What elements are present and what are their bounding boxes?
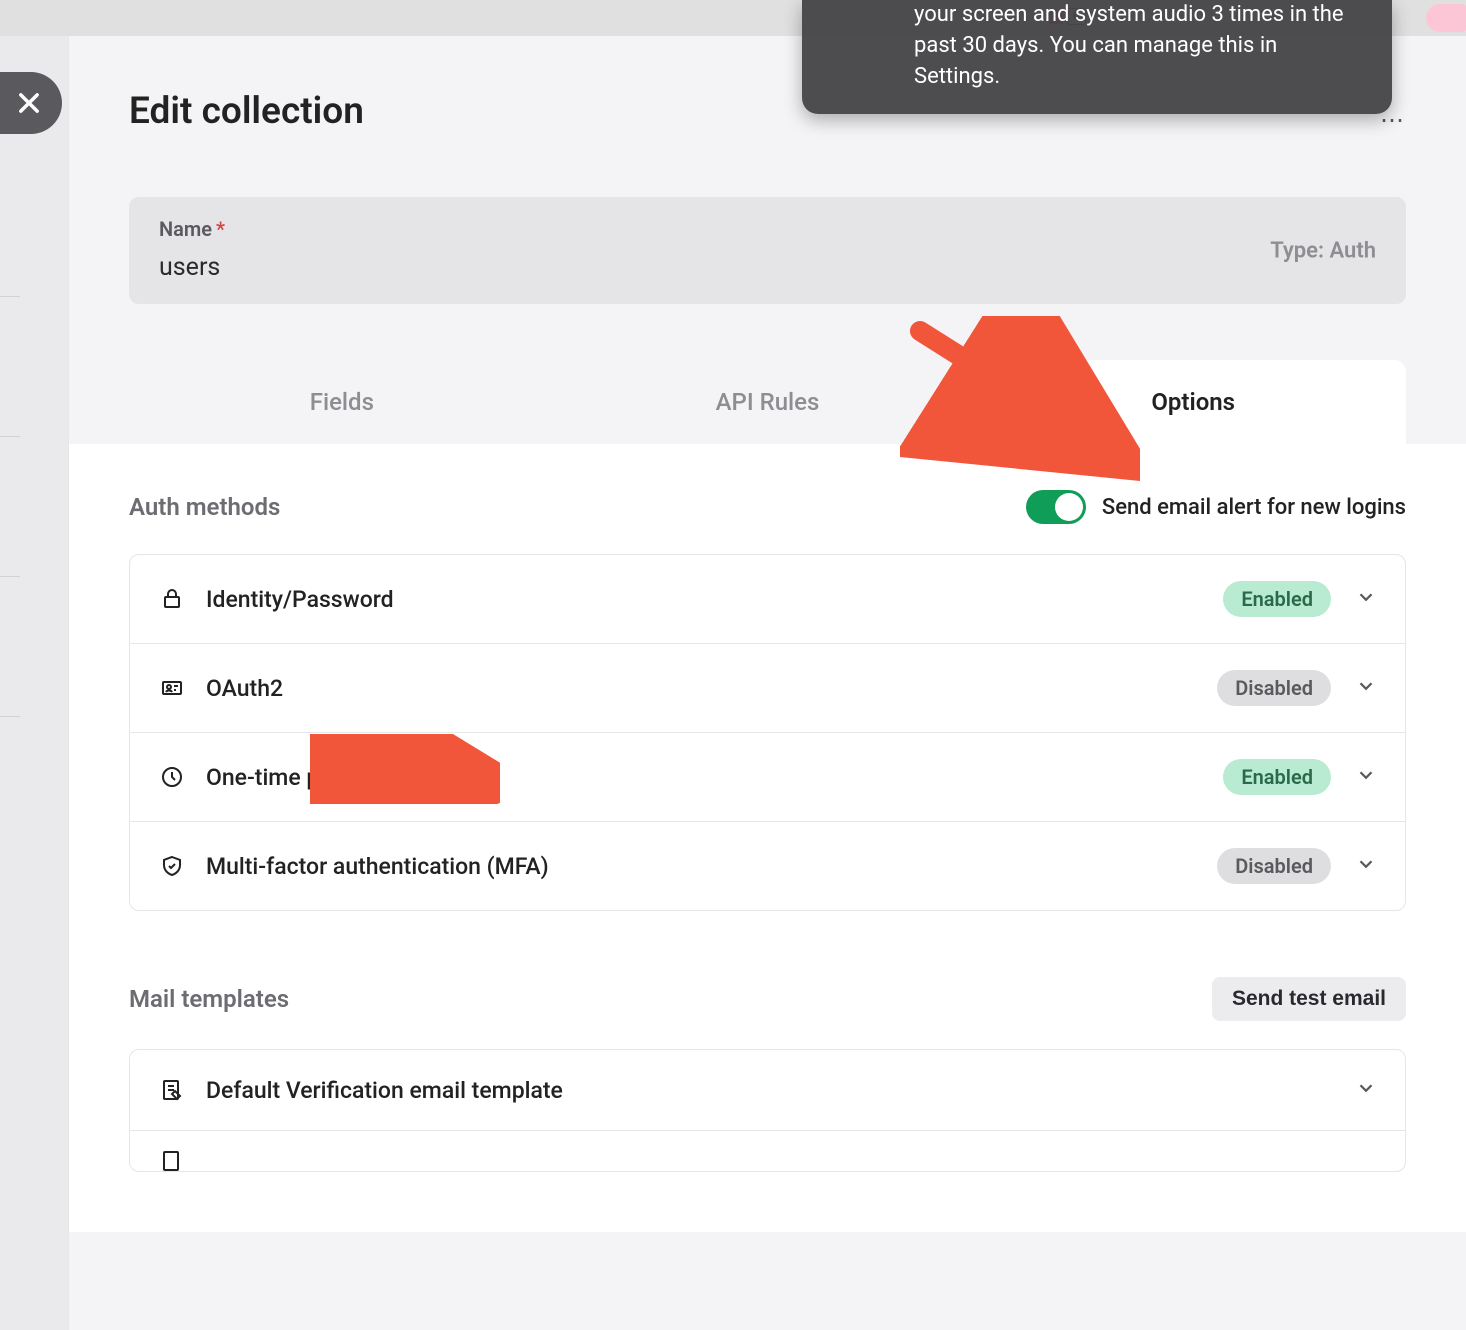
pink-pill-icon (1426, 4, 1466, 32)
type-label: Type: Auth (1270, 238, 1376, 263)
name-label: Name* (159, 217, 225, 241)
close-icon (15, 89, 43, 117)
auth-item-label: OAuth2 (206, 675, 1217, 702)
tab-options[interactable]: Options (980, 360, 1406, 444)
lock-icon (158, 585, 186, 613)
edit-collection-panel: Edit collection ⋯ Name* users Type: Auth… (68, 36, 1466, 1330)
chevron-down-icon (1355, 586, 1377, 612)
doc-icon (158, 1147, 186, 1171)
auth-section-head: Auth methods Send email alert for new lo… (129, 490, 1406, 524)
status-badge: Enabled (1223, 581, 1331, 617)
chevron-down-icon (1355, 1077, 1377, 1103)
status-badge: Disabled (1217, 848, 1331, 884)
email-alert-label: Send email alert for new logins (1102, 495, 1406, 520)
status-badge: Disabled (1217, 670, 1331, 706)
mail-template-verification[interactable]: Default Verification email template (130, 1050, 1405, 1131)
name-value: users (159, 253, 1376, 282)
tab-api-rules[interactable]: API Rules (555, 360, 981, 444)
chevron-down-icon (1355, 764, 1377, 790)
shield-icon (158, 852, 186, 880)
options-content: Auth methods Send email alert for new lo… (69, 444, 1466, 1232)
chevron-down-icon (1355, 853, 1377, 879)
auth-section-title: Auth methods (129, 493, 280, 521)
auth-item-label: Multi-factor authentication (MFA) (206, 853, 1217, 880)
tab-fields[interactable]: Fields (129, 360, 555, 444)
auth-item-identity-password[interactable]: Identity/Password Enabled (130, 555, 1405, 644)
send-test-email-button[interactable]: Send test email (1212, 977, 1406, 1021)
left-rail (0, 36, 68, 1330)
edit-doc-icon (158, 1076, 186, 1104)
auth-item-mfa[interactable]: Multi-factor authentication (MFA) Disabl… (130, 822, 1405, 910)
auth-item-label: Identity/Password (206, 586, 1223, 613)
mail-section-head: Mail templates Send test email (129, 977, 1406, 1021)
tooltip-text: your screen and system audio 3 times in … (914, 2, 1344, 89)
email-alert-toggle[interactable] (1026, 490, 1086, 524)
collection-name-field[interactable]: Name* users Type: Auth (129, 197, 1406, 304)
mail-section-title: Mail templates (129, 985, 289, 1013)
tabs: Fields API Rules Options (129, 360, 1406, 444)
auth-item-otp[interactable]: One-time password (OTP) Enabled (130, 733, 1405, 822)
clock-icon (158, 763, 186, 791)
mail-template-label: Default Verification email template (206, 1077, 1355, 1104)
chevron-down-icon (1355, 675, 1377, 701)
rail-dividers (0, 296, 20, 856)
status-badge: Enabled (1223, 759, 1331, 795)
auth-methods-list: Identity/Password Enabled OAuth2 Disable… (129, 554, 1406, 911)
auth-item-oauth2[interactable]: OAuth2 Disabled (130, 644, 1405, 733)
auth-item-label: One-time password (OTP) (206, 764, 1223, 791)
close-button[interactable] (0, 72, 62, 134)
id-card-icon (158, 674, 186, 702)
system-tooltip: your screen and system audio 3 times in … (802, 0, 1392, 114)
email-alert-toggle-wrap: Send email alert for new logins (1026, 490, 1406, 524)
mail-template-next[interactable] (130, 1131, 1405, 1171)
mail-templates-list: Default Verification email template (129, 1049, 1406, 1172)
